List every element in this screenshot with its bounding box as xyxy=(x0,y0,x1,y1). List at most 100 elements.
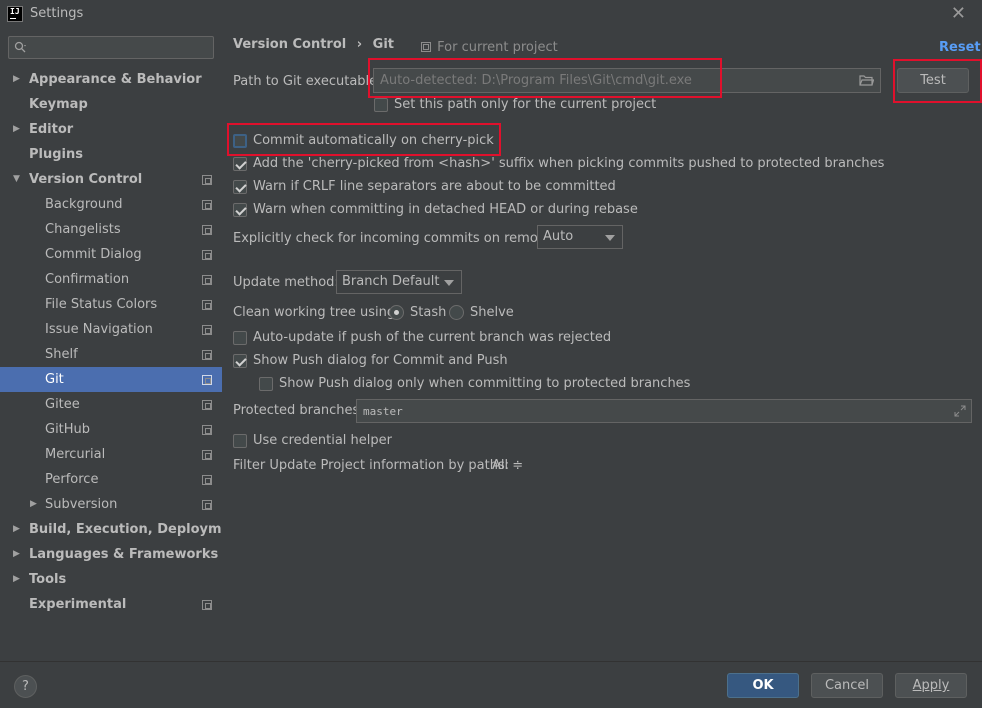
update-method-select[interactable]: Branch Default xyxy=(336,270,462,294)
sidebar-item-label: Mercurial xyxy=(45,447,106,462)
shelve-label[interactable]: Shelve xyxy=(470,305,514,320)
window-title: Settings xyxy=(30,6,84,21)
update-method-label: Update method: xyxy=(233,275,339,290)
folder-icon[interactable] xyxy=(859,74,874,87)
show-push-checkbox[interactable] xyxy=(233,354,247,368)
ok-button[interactable]: OK xyxy=(727,673,799,698)
cherry-suffix-checkbox[interactable] xyxy=(233,157,247,171)
commit-cherry-pick-label[interactable]: Commit automatically on cherry-pick xyxy=(253,133,494,148)
stash-radio[interactable] xyxy=(389,305,404,320)
set-path-only-label[interactable]: Set this path only for the current proje… xyxy=(394,97,656,112)
sidebar-item-label: Build, Execution, Deployment xyxy=(29,522,246,537)
stash-label[interactable]: Stash xyxy=(410,305,446,320)
collapsed-arrow-icon[interactable]: ▶ xyxy=(13,542,20,567)
protected-branches-field[interactable]: master xyxy=(356,399,972,423)
sidebar-item-editor[interactable]: ▶ Editor xyxy=(0,117,222,142)
sidebar-item-git[interactable]: Git xyxy=(0,367,222,392)
project-scope-icon xyxy=(202,400,212,410)
breadcrumb: Version Control › Git xyxy=(233,37,394,52)
sidebar-item-commit-dialog[interactable]: Commit Dialog xyxy=(0,242,222,267)
expanded-arrow-icon[interactable]: ▼ xyxy=(13,167,20,192)
sidebar-item-label: Plugins xyxy=(29,147,83,162)
show-push-protected-label[interactable]: Show Push dialog only when committing to… xyxy=(279,376,690,391)
sidebar-item-gitee[interactable]: Gitee xyxy=(0,392,222,417)
cancel-button[interactable]: Cancel xyxy=(811,673,883,698)
sidebar-item-label: Shelf xyxy=(45,347,78,362)
sidebar-item-label: Issue Navigation xyxy=(45,322,153,337)
project-scope-icon xyxy=(202,375,212,385)
sidebar-item-plugins[interactable]: Plugins xyxy=(0,142,222,167)
credential-helper-checkbox[interactable] xyxy=(233,434,247,448)
shelve-radio[interactable] xyxy=(449,305,464,320)
project-scope-icon xyxy=(202,200,212,210)
collapsed-arrow-icon[interactable]: ▶ xyxy=(30,492,37,517)
project-scope-icon xyxy=(202,450,212,460)
cherry-suffix-label[interactable]: Add the 'cherry-picked from <hash>' suff… xyxy=(253,156,884,171)
filter-paths-dropdown[interactable]: All ≑ xyxy=(492,458,523,473)
sidebar-item-background[interactable]: Background xyxy=(0,192,222,217)
settings-sidebar: ▶ Appearance & Behavior Keymap ▶ Editor Plugi… xyxy=(0,30,246,661)
test-button[interactable]: Test xyxy=(897,68,969,93)
crlf-warning-checkbox[interactable] xyxy=(233,180,247,194)
show-push-label[interactable]: Show Push dialog for Commit and Push xyxy=(253,353,508,368)
sidebar-item-build-execution-deployment[interactable]: ▶ Build, Execution, Deployment xyxy=(0,517,246,542)
git-path-placeholder: Auto-detected: D:\Program Files\Git\cmd\… xyxy=(380,73,692,88)
close-icon[interactable]: ✕ xyxy=(951,3,966,24)
sidebar-item-label: File Status Colors xyxy=(45,297,158,312)
collapsed-arrow-icon[interactable]: ▶ xyxy=(13,67,20,92)
project-scope-icon xyxy=(202,600,212,610)
commit-cherry-pick-checkbox[interactable] xyxy=(233,134,247,148)
sidebar-item-tools[interactable]: ▶ Tools xyxy=(0,567,222,592)
project-scope-icon xyxy=(202,300,212,310)
sidebar-item-changelists[interactable]: Changelists xyxy=(0,217,222,242)
show-push-protected-checkbox[interactable] xyxy=(259,377,273,391)
detached-head-checkbox[interactable] xyxy=(233,203,247,217)
sidebar-item-file-status-colors[interactable]: File Status Colors xyxy=(0,292,222,317)
sidebar-item-label: Changelists xyxy=(45,222,121,237)
collapsed-arrow-icon[interactable]: ▶ xyxy=(13,117,20,142)
project-scope-icon xyxy=(202,350,212,360)
set-path-only-checkbox[interactable] xyxy=(374,98,388,112)
sidebar-item-label: Subversion xyxy=(45,497,118,512)
sidebar-item-confirmation[interactable]: Confirmation xyxy=(0,267,222,292)
project-scope-icon xyxy=(202,325,212,335)
breadcrumb-parent[interactable]: Version Control xyxy=(233,37,346,52)
breadcrumb-current: Git xyxy=(372,37,394,52)
project-scope-icon xyxy=(202,275,212,285)
auto-update-label[interactable]: Auto-update if push of the current branc… xyxy=(253,330,611,345)
sidebar-item-experimental[interactable]: Experimental xyxy=(0,592,222,617)
breadcrumb-separator: › xyxy=(356,37,363,52)
sidebar-item-label: Background xyxy=(45,197,123,212)
filter-update-label: Filter Update Project information by pat… xyxy=(233,458,510,473)
apply-button[interactable]: Apply xyxy=(895,673,967,698)
git-path-field[interactable]: Auto-detected: D:\Program Files\Git\cmd\… xyxy=(373,68,881,93)
expand-icon[interactable] xyxy=(954,405,966,417)
incoming-commits-select[interactable]: Auto xyxy=(537,225,623,249)
sidebar-item-appearance-behavior[interactable]: ▶ Appearance & Behavior xyxy=(0,67,222,92)
search-box[interactable] xyxy=(8,36,214,59)
detached-head-label[interactable]: Warn when committing in detached HEAD or… xyxy=(253,202,638,217)
help-button[interactable]: ? xyxy=(14,675,37,698)
sidebar-item-issue-navigation[interactable]: Issue Navigation xyxy=(0,317,222,342)
sidebar-item-mercurial[interactable]: Mercurial xyxy=(0,442,222,467)
search-input[interactable] xyxy=(31,39,211,56)
collapsed-arrow-icon[interactable]: ▶ xyxy=(13,517,20,542)
sidebar-item-github[interactable]: GitHub xyxy=(0,417,222,442)
project-scope-icon xyxy=(421,42,431,52)
credential-helper-label[interactable]: Use credential helper xyxy=(253,433,392,448)
protected-branches-label: Protected branches: xyxy=(233,403,364,418)
sidebar-item-languages-frameworks[interactable]: ▶ Languages & Frameworks xyxy=(0,542,222,567)
sidebar-item-subversion[interactable]: ▶ Subversion xyxy=(0,492,222,517)
sidebar-item-label: Gitee xyxy=(45,397,80,412)
sidebar-item-label: Experimental xyxy=(29,597,127,612)
update-method-value: Branch Default xyxy=(342,274,440,289)
sidebar-item-shelf[interactable]: Shelf xyxy=(0,342,222,367)
project-scope-icon xyxy=(202,425,212,435)
reset-link[interactable]: Reset xyxy=(939,40,981,55)
sidebar-item-perforce[interactable]: Perforce xyxy=(0,467,222,492)
crlf-warning-label[interactable]: Warn if CRLF line separators are about t… xyxy=(253,179,616,194)
sidebar-item-version-control[interactable]: ▼ Version Control xyxy=(0,167,222,192)
collapsed-arrow-icon[interactable]: ▶ xyxy=(13,567,20,592)
auto-update-checkbox[interactable] xyxy=(233,331,247,345)
sidebar-item-keymap[interactable]: Keymap xyxy=(0,92,222,117)
